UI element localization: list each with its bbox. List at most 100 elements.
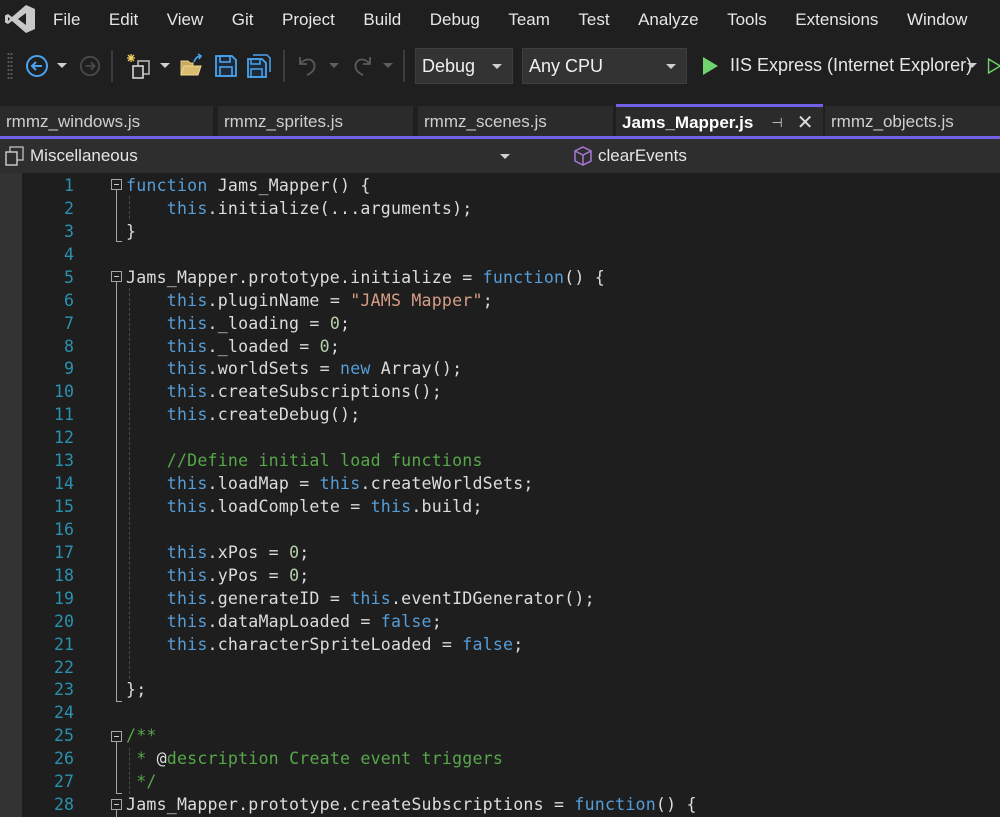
code-token: ._loaded = (207, 336, 320, 356)
code-line[interactable]: 22 (0, 656, 1000, 679)
code-line[interactable]: 12 (0, 426, 1000, 449)
menu-extensions[interactable]: Extensions (795, 10, 878, 30)
code-line[interactable]: 13 //Define initial load functions (0, 449, 1000, 472)
save-all-button[interactable] (246, 53, 272, 79)
tab-rmmz-scenes[interactable]: rmmz_scenes.js (418, 106, 613, 137)
redo-dropdown[interactable] (383, 63, 393, 68)
code-token: this (166, 290, 208, 310)
code-line[interactable]: 25 /** (0, 724, 1000, 747)
collapse-toggle[interactable] (111, 179, 122, 190)
line-number: 2 (64, 198, 74, 218)
code-line[interactable]: 26 * @description Create event triggers (0, 747, 1000, 770)
code-text: function Jams_Mapper() { (126, 174, 371, 197)
code-token: () { (655, 795, 697, 815)
menu-git[interactable]: Git (232, 10, 254, 30)
menu-debug[interactable]: Debug (430, 10, 480, 30)
menu-file[interactable]: File (53, 10, 80, 30)
code-line[interactable]: 21 this.characterSpriteLoaded = false; (0, 633, 1000, 656)
collapse-toggle[interactable] (111, 271, 122, 282)
menu-window[interactable]: Window (907, 10, 967, 30)
code-token: /** (126, 726, 157, 746)
code-line[interactable]: 6 this.pluginName = "JAMS Mapper"; (0, 289, 1000, 312)
menu-tools[interactable]: Tools (727, 10, 767, 30)
menu-view[interactable]: View (167, 10, 204, 30)
navigate-forward-button[interactable] (78, 54, 102, 78)
code-text: this.worldSets = new Array(); (126, 357, 462, 380)
code-line[interactable]: 27 */ (0, 770, 1000, 793)
line-number: 14 (54, 474, 74, 494)
run-target-dropdown[interactable] (967, 63, 977, 68)
code-line[interactable]: 15 this.loadComplete = this.build; (0, 495, 1000, 518)
code-line[interactable]: 2 this.initialize(...arguments); (0, 197, 1000, 220)
code-line[interactable]: 23}; (0, 678, 1000, 701)
indent-guide (129, 196, 130, 219)
tab-rmmz-windows[interactable]: rmmz_windows.js (0, 106, 213, 137)
pin-icon[interactable]: ⊣ (771, 115, 782, 131)
code-line[interactable]: 7 this._loading = 0; (0, 312, 1000, 335)
code-line[interactable]: 3} (0, 220, 1000, 243)
save-button[interactable] (213, 53, 239, 79)
solution-configuration-value: Debug (422, 55, 476, 76)
visual-studio-logo-icon (5, 5, 35, 33)
close-icon[interactable]: ✕ (797, 110, 814, 135)
line-number: 9 (64, 359, 74, 379)
code-token: .createDebug(); (207, 405, 361, 425)
code-line[interactable]: 10 this.createSubscriptions(); (0, 380, 1000, 403)
tab-rmmz-sprites[interactable]: rmmz_sprites.js (218, 106, 413, 137)
code-line[interactable]: 24 (0, 701, 1000, 724)
chevron-down-icon (160, 63, 170, 68)
start-without-debugging-button[interactable] (987, 54, 1000, 78)
code-line[interactable]: 11 this.createDebug(); (0, 403, 1000, 426)
code-line[interactable]: 8 this._loaded = 0; (0, 335, 1000, 358)
solution-configuration-dropdown[interactable]: Debug (415, 48, 513, 84)
code-line[interactable]: 18 this.yPos = 0; (0, 564, 1000, 587)
code-token: function (126, 176, 208, 195)
menu-team[interactable]: Team (508, 10, 550, 30)
code-token: 0 (319, 336, 330, 356)
redo-button[interactable] (349, 53, 375, 79)
code-token: .loadComplete = (207, 497, 371, 517)
code-line[interactable]: 9 this.worldSets = new Array(); (0, 357, 1000, 380)
code-line[interactable]: 16 (0, 518, 1000, 541)
menu-edit[interactable]: Edit (109, 10, 138, 30)
start-debugging-button[interactable] (700, 54, 720, 78)
collapse-toggle[interactable] (111, 799, 122, 810)
line-number: 15 (54, 497, 74, 517)
undo-button[interactable] (295, 53, 321, 79)
tab-jams-mapper[interactable]: Jams_Mapper.js ⊣ ✕ (616, 104, 823, 138)
toolbar-grip[interactable] (7, 52, 13, 80)
code-line[interactable]: 17 this.xPos = 0; (0, 541, 1000, 564)
menu-analyze[interactable]: Analyze (638, 10, 698, 30)
open-file-button[interactable] (179, 53, 205, 79)
tab-rmmz-objects[interactable]: rmmz_objects.js (825, 106, 1000, 137)
run-target-label[interactable]: IIS Express (Internet Explorer) (730, 55, 972, 76)
code-line[interactable]: 28 Jams_Mapper.prototype.createSubscripti… (0, 793, 1000, 816)
project-scope-dropdown[interactable]: Miscellaneous (0, 141, 516, 171)
code-line[interactable]: 1 function Jams_Mapper() { (0, 174, 1000, 197)
line-number: 7 (64, 313, 74, 333)
menu-test[interactable]: Test (578, 10, 609, 30)
code-token: }; (126, 680, 147, 700)
menu-build[interactable]: Build (363, 10, 401, 30)
code-line[interactable]: 4 (0, 243, 1000, 266)
navigate-back-dropdown[interactable] (57, 63, 67, 68)
solution-platform-dropdown[interactable]: Any CPU (522, 48, 687, 84)
code-token: this (166, 198, 208, 218)
code-line[interactable]: 19 this.generateID = this.eventIDGenerat… (0, 587, 1000, 610)
code-line[interactable]: 5 Jams_Mapper.prototype.initialize = func… (0, 266, 1000, 289)
new-project-dropdown[interactable] (160, 63, 170, 68)
new-project-icon (127, 54, 150, 79)
new-project-button[interactable] (125, 53, 153, 81)
member-dropdown[interactable]: clearEvents (522, 141, 1000, 171)
code-editor[interactable]: 1 function Jams_Mapper() {2 this.initiali… (0, 173, 1000, 817)
chevron-down-icon (492, 64, 502, 69)
undo-dropdown[interactable] (329, 63, 339, 68)
collapse-toggle[interactable] (111, 731, 122, 742)
code-line[interactable]: 20 this.dataMapLoaded = false; (0, 610, 1000, 633)
code-line[interactable]: 14 this.loadMap = this.createWorldSets; (0, 472, 1000, 495)
navigate-back-button[interactable] (24, 53, 50, 79)
code-text: /** (126, 724, 157, 747)
menu-project[interactable]: Project (282, 10, 335, 30)
line-number: 11 (54, 405, 74, 425)
toolbar-separator (403, 50, 405, 82)
